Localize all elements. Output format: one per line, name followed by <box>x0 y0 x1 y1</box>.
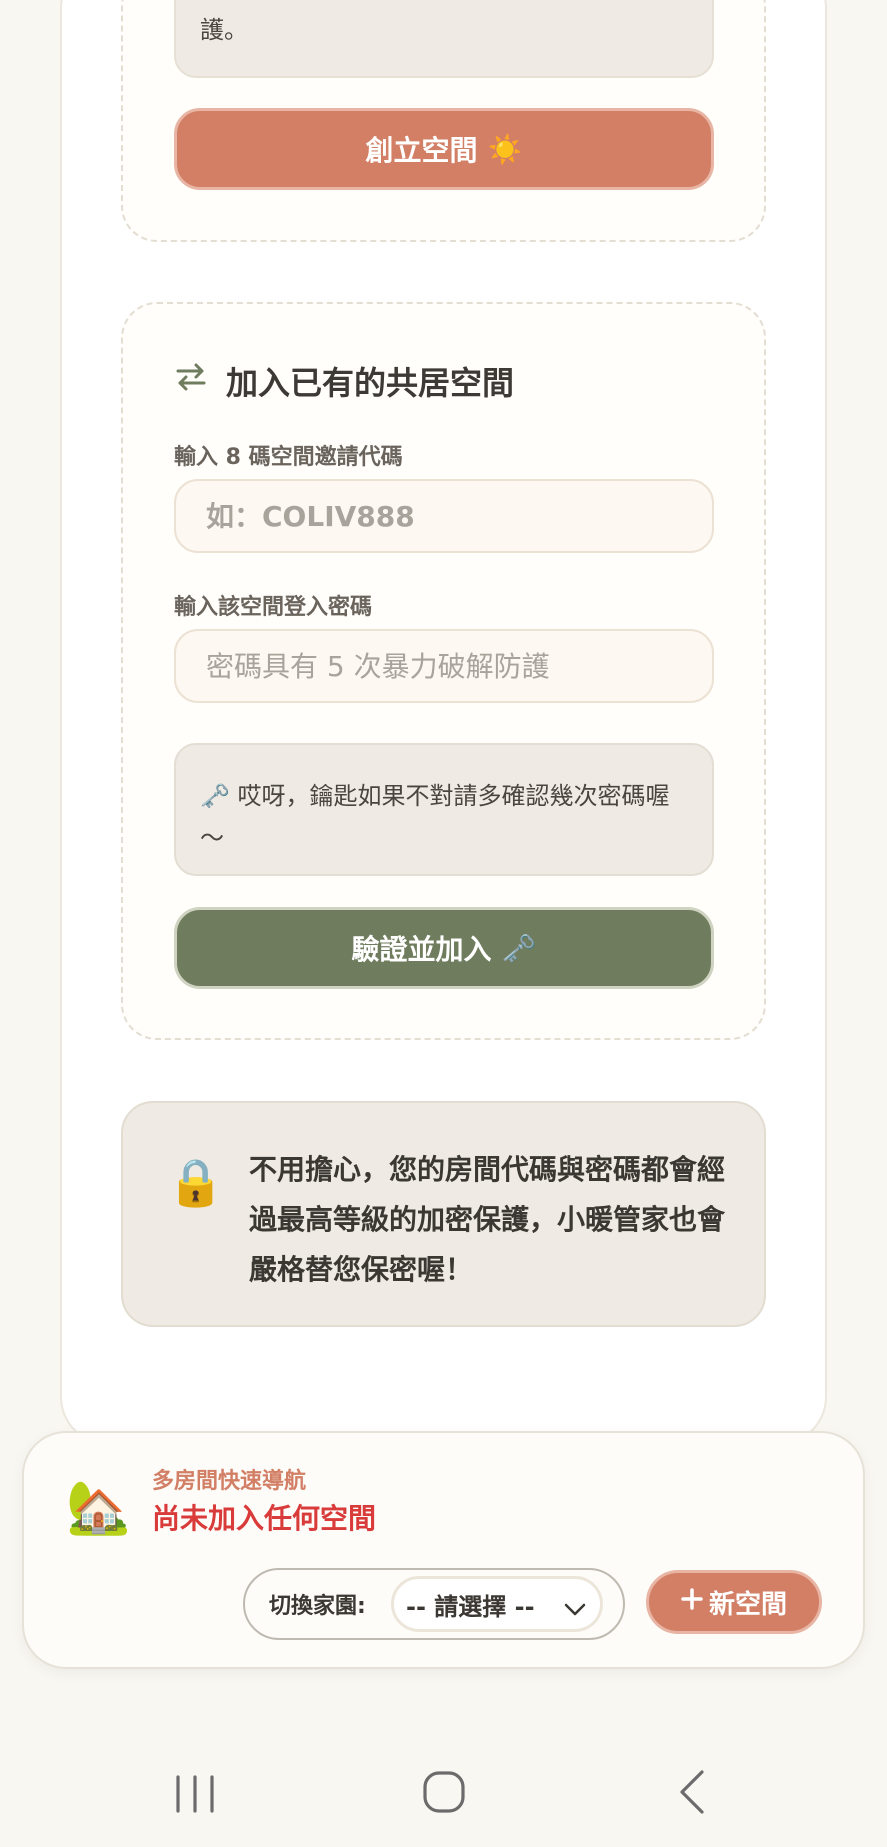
home-select-value: -- 請選擇 -- <box>406 1592 535 1621</box>
room-navigator-status: 尚未加入任何空間 <box>152 1502 377 1535</box>
new-space-button-label: 新空間 <box>708 1589 787 1620</box>
create-space-notice: 護。 <box>174 0 714 78</box>
invite-code-label: 輸入 8 碼空間邀請代碼 <box>174 445 403 470</box>
join-space-title: 加入已有的共居空間 <box>174 358 514 404</box>
create-space-button-label: 創立空間 <box>365 134 478 167</box>
sun-icon: ☀️ <box>487 132 523 166</box>
create-space-button[interactable]: 創立空間 ☀️ <box>174 108 714 190</box>
space-password-input[interactable] <box>174 629 714 703</box>
password-hint-box: 🗝️ 哎呀，鑰匙如果不對請多確認幾次密碼喔～ <box>174 743 714 876</box>
back-icon[interactable] <box>676 1768 706 1820</box>
home-switcher-label: 切換家園: <box>269 1594 366 1619</box>
verify-join-button[interactable]: 驗證並加入 🗝️ <box>174 907 714 989</box>
security-notice: 🔒 不用擔心，您的房間代碼與密碼都會經過最高等級的加密保護，小暖管家也會嚴格替您… <box>121 1101 766 1327</box>
security-notice-text: 不用擔心，您的房間代碼與密碼都會經過最高等級的加密保護，小暖管家也會嚴格替您保密… <box>249 1153 726 1286</box>
key-icon: 🗝️ <box>200 782 230 810</box>
password-hint-text: 哎呀，鑰匙如果不對請多確認幾次密碼喔～ <box>200 782 670 852</box>
home-select[interactable]: -- 請選擇 -- <box>391 1576 603 1632</box>
recent-apps-icon[interactable] <box>174 1774 216 1818</box>
system-navigation-bar <box>0 1720 887 1847</box>
room-navigator-subtitle: 多房間快速導航 <box>152 1469 307 1494</box>
swap-arrows-icon <box>174 362 208 400</box>
plus-icon <box>681 1587 703 1617</box>
space-password-label: 輸入該空間登入密碼 <box>174 595 373 620</box>
new-space-button[interactable]: 新空間 <box>646 1570 822 1634</box>
home-icon[interactable] <box>422 1770 466 1818</box>
lock-icon: 🔒 <box>167 1155 225 1209</box>
page: 護。 創立空間 ☀️ 加入已有的共居空間 輸入 8 碼空間邀請代碼 輸入該空間登… <box>0 0 887 1847</box>
room-navigator-panel: 🏡 多房間快速導航 尚未加入任何空間 切換家園: -- 請選擇 -- 新空間 <box>22 1431 865 1669</box>
invite-code-input[interactable] <box>174 479 714 553</box>
verify-join-button-label: 驗證並加入 <box>351 933 492 966</box>
join-space-title-text: 加入已有的共居空間 <box>226 364 515 402</box>
home-switcher: 切換家園: -- 請選擇 -- <box>243 1568 625 1640</box>
chevron-down-icon <box>564 1595 586 1623</box>
create-space-notice-text: 護。 <box>200 16 248 44</box>
key-icon: 🗝️ <box>501 931 537 965</box>
house-icon: 🏡 <box>66 1478 131 1538</box>
